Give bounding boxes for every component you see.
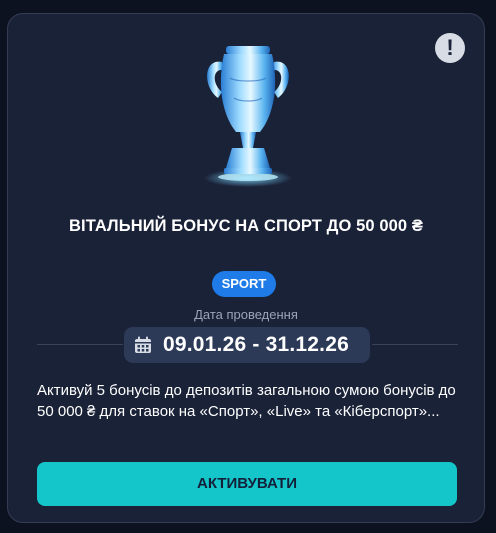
divider-right xyxy=(372,344,458,345)
date-range-text: 09.01.26 - 31.12.26 xyxy=(163,333,349,356)
promo-card: ! ВІТАЛЬНИЙ БОНУС НА СПОРТ ДО 50 000 ₴ S… xyxy=(7,13,485,523)
divider-left xyxy=(37,344,123,345)
promo-description: Активуй 5 бонусів до депозитів загальною… xyxy=(37,382,456,420)
date-range-box: 09.01.26 - 31.12.26 xyxy=(124,327,370,363)
activate-button[interactable]: АКТИВУВАТИ xyxy=(37,462,457,506)
calendar-icon xyxy=(135,336,151,353)
info-icon[interactable]: ! xyxy=(435,33,465,63)
trophy-icon xyxy=(204,46,292,187)
date-label: Дата проведення xyxy=(194,307,298,322)
info-glyph: ! xyxy=(446,35,454,60)
promo-title: ВІТАЛЬНИЙ БОНУС НА СПОРТ ДО 50 000 ₴ xyxy=(69,217,423,235)
sport-badge: SPORT xyxy=(212,271,276,297)
